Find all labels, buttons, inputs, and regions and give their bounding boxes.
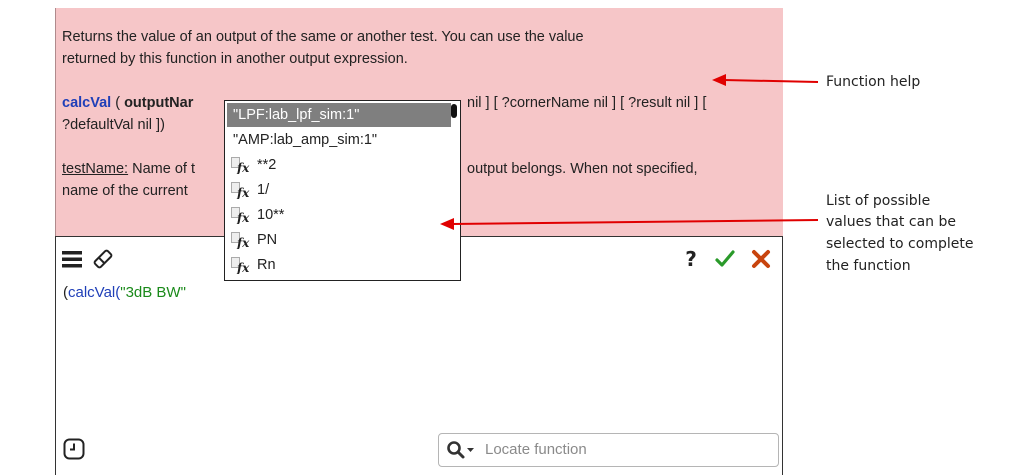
function-help-arrow <box>712 74 819 86</box>
list-annotation-line1: List of possible <box>826 193 931 209</box>
list-annotation-line3: selected to complete <box>826 236 974 252</box>
list-values-arrow <box>440 218 819 230</box>
list-annotation-line2: values that can be <box>826 214 956 230</box>
function-help-annotation: Function help <box>826 74 921 90</box>
list-annotation-line4: the function <box>826 258 911 274</box>
